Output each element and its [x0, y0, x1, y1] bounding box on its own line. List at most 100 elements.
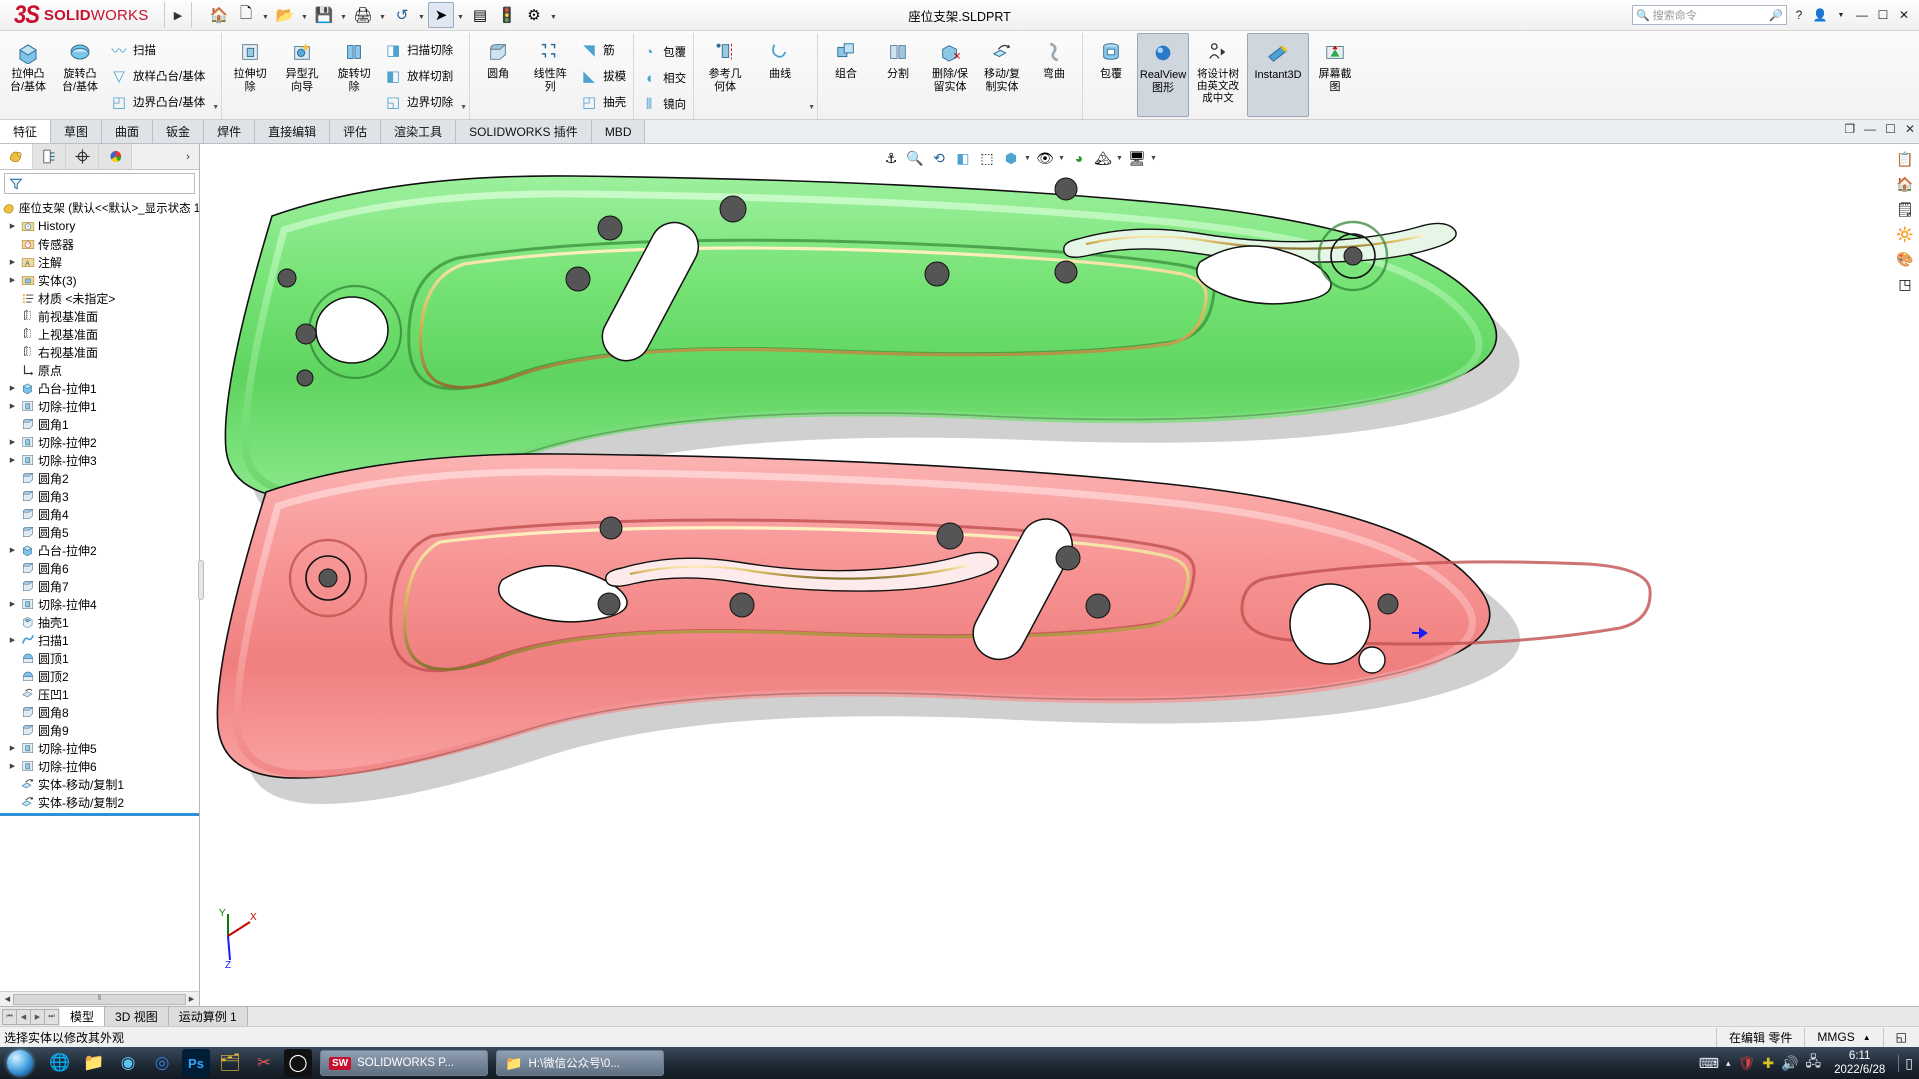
help-caret-icon[interactable]: ▼	[1832, 4, 1850, 26]
rib-button[interactable]: ◥ 筋	[576, 37, 631, 63]
select-caret-icon[interactable]: ▼	[455, 2, 466, 28]
swept-cut-button[interactable]: ◨ 扫描切除	[380, 37, 458, 63]
expand-arrow-icon[interactable]: ▶	[6, 402, 19, 410]
tree-english-to-chinese-button[interactable]: 将设计树 由英文改 成中文	[1189, 33, 1247, 117]
boundary-boss-caret-icon[interactable]: ▼	[212, 104, 219, 111]
search-go-icon[interactable]: 🔎	[1769, 9, 1783, 22]
taskbar-explorer-icon[interactable]: 🗂	[216, 1049, 244, 1077]
tab-mbd[interactable]: MBD	[591, 120, 646, 143]
part-body-red[interactable]	[216, 453, 1652, 804]
tab-sketch[interactable]: 草图	[51, 120, 103, 143]
tree-item-fillet3[interactable]: 圆角3	[0, 487, 199, 505]
tree-item-cut-extrude2[interactable]: ▶ 切除-拉伸2	[0, 433, 199, 451]
hide-show-items-icon[interactable]: 👁	[1034, 147, 1056, 169]
graphics-viewport[interactable]: X Y Z	[200, 144, 1919, 1006]
wrap-big-button[interactable]: 包覆	[1085, 33, 1137, 117]
save-caret-icon[interactable]: ▼	[338, 2, 349, 28]
view-settings-caret-icon[interactable]: ▼	[1150, 155, 1158, 162]
minimize-button[interactable]: —	[1853, 4, 1871, 26]
feature-manager-tab[interactable]	[0, 144, 33, 169]
nav-next-icon[interactable]: ▶	[30, 1008, 45, 1025]
tab-solidworks-addins[interactable]: SOLIDWORKS 插件	[456, 120, 592, 143]
doctab-3dview[interactable]: 3D 视图	[105, 1007, 169, 1026]
display-style-caret-icon[interactable]: ▼	[1024, 155, 1032, 162]
print-icon[interactable]: 🖨	[350, 2, 376, 28]
tree-item-dome1[interactable]: 圆顶1	[0, 649, 199, 667]
tree-item-boss-extrude1[interactable]: ▶ 凸台-拉伸1	[0, 379, 199, 397]
tree-item-cut-extrude5[interactable]: ▶ 切除-拉伸5	[0, 739, 199, 757]
help-icon[interactable]: ?	[1790, 4, 1808, 26]
tree-item-sensors[interactable]: 传感器	[0, 235, 199, 253]
expand-arrow-icon[interactable]: ▶	[6, 600, 19, 608]
save-icon[interactable]: 💾	[311, 2, 337, 28]
taskbar-folder-icon[interactable]: 📁	[80, 1049, 108, 1077]
taskbar-window-solidworks[interactable]: SW SOLIDWORKS P...	[320, 1050, 488, 1076]
hide-show-caret-icon[interactable]: ▼	[1058, 155, 1066, 162]
wrap-button[interactable]: ◔ 包覆	[636, 39, 691, 65]
tree-item-sweep1[interactable]: ▶ 扫描1	[0, 631, 199, 649]
view-settings-icon[interactable]: 🖥	[1126, 147, 1148, 169]
rebuild-icon[interactable]: 🚦	[494, 2, 520, 28]
tray-show-hidden-icon[interactable]: ▴	[1726, 1058, 1731, 1069]
tree-item-fillet8[interactable]: 圆角8	[0, 703, 199, 721]
instant3d-button[interactable]: Instant3D	[1247, 33, 1310, 117]
custom-view-icon[interactable]: ◳	[1894, 273, 1916, 295]
options-caret-icon[interactable]: ▼	[548, 2, 559, 28]
status-units[interactable]: MMGS ▲	[1804, 1027, 1882, 1047]
zoom-area-icon[interactable]: 🔍	[904, 147, 926, 169]
tree-item-cut-extrude6[interactable]: ▶ 切除-拉伸6	[0, 757, 199, 775]
scroll-left-icon[interactable]: ◀	[2, 995, 13, 1003]
open-caret-icon[interactable]: ▼	[299, 2, 310, 28]
taskbar-clock[interactable]: 6:11 2022/6/28	[1828, 1049, 1891, 1077]
start-button[interactable]	[0, 1047, 40, 1079]
taskbar-window-folder[interactable]: 📁 H:\微信公众号\0...	[496, 1050, 664, 1076]
fillet-button[interactable]: 圆角	[472, 33, 524, 117]
hole-wizard-button[interactable]: 异型孔 向导	[276, 33, 328, 117]
doc-minimize-button[interactable]: —	[1864, 122, 1876, 136]
tree-item-fillet2[interactable]: 圆角2	[0, 469, 199, 487]
open-folder-icon[interactable]: 📂	[272, 2, 298, 28]
search-input[interactable]: 🔍 搜索命令 🔎	[1632, 5, 1787, 25]
panel-splitter-handle[interactable]	[198, 560, 204, 600]
select-cursor-icon[interactable]: ➤	[428, 2, 454, 28]
swept-boss-base-button[interactable]: 〰 扫描	[106, 37, 210, 63]
scroll-right-icon[interactable]: ▶	[186, 995, 197, 1003]
expand-panel-arrow-icon[interactable]: ›	[177, 144, 199, 169]
doc-restore-button[interactable]: ❐	[1844, 122, 1855, 136]
curves-caret-icon[interactable]: ▼	[808, 104, 815, 111]
lights-icon[interactable]: 🔆	[1894, 223, 1916, 245]
intersect-button[interactable]: ◖ 相交	[636, 65, 691, 91]
nav-last-icon[interactable]: ⏭	[44, 1008, 59, 1025]
cameras-icon[interactable]: 🎨	[1894, 248, 1916, 270]
expand-arrow-icon[interactable]: ▶	[6, 636, 19, 644]
tree-item-fillet4[interactable]: 圆角4	[0, 505, 199, 523]
previous-view-icon[interactable]: ⟲	[928, 147, 950, 169]
tab-direct-editing[interactable]: 直接编辑	[255, 120, 331, 143]
tree-item-solid-bodies[interactable]: ▶ 实体(3)	[0, 271, 199, 289]
taskbar-media-icon[interactable]: ◉	[114, 1049, 142, 1077]
user-account-icon[interactable]: 👤	[1811, 4, 1829, 26]
tray-antivirus-icon[interactable]: 🛡	[1738, 1055, 1756, 1072]
tree-item-body-move-copy1[interactable]: 实体-移动/复制1	[0, 775, 199, 793]
revolved-cut-button[interactable]: 旋转切除	[328, 33, 380, 117]
section-view-icon[interactable]: ◧	[952, 147, 974, 169]
tree-item-indent1[interactable]: 压凹1	[0, 685, 199, 703]
expand-arrow-icon[interactable]: ▶	[6, 762, 19, 770]
configuration-manager-tab[interactable]	[66, 144, 99, 169]
taskbar-ie-icon[interactable]: 🌐	[46, 1049, 74, 1077]
taskbar-snip-icon[interactable]: ✂	[250, 1049, 278, 1077]
revolved-boss-base-button[interactable]: 旋转凸 台/基体	[54, 33, 106, 117]
tree-item-front-plane[interactable]: 前视基准面	[0, 307, 199, 325]
model-3d-view[interactable]: X Y Z	[200, 144, 1919, 1006]
expand-arrow-icon[interactable]: ▶	[6, 546, 19, 554]
combine-button[interactable]: 组合	[820, 33, 872, 117]
tree-item-boss-extrude2[interactable]: ▶ 凸台-拉伸2	[0, 541, 199, 559]
realview-graphics-button[interactable]: RealView 图形	[1137, 33, 1190, 117]
doctab-motionstudy1[interactable]: 运动算例 1	[168, 1007, 248, 1026]
display-manager-tab[interactable]	[99, 144, 132, 169]
lofted-boss-base-button[interactable]: ▽ 放样凸台/基体	[106, 63, 210, 89]
shell-button[interactable]: ◰ 抽壳	[576, 89, 631, 115]
extruded-cut-button[interactable]: 拉伸切除	[224, 33, 276, 117]
reference-geometry-button[interactable]: 参考几 何体	[696, 33, 754, 117]
display-panel-icon[interactable]: ▤	[467, 2, 493, 28]
